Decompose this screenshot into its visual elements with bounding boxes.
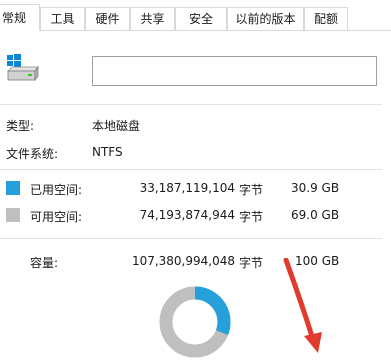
type-label: 类型: — [6, 119, 35, 133]
used-space-swatch — [6, 181, 20, 195]
tab-hardware[interactable]: 硬件 — [85, 7, 130, 30]
separator — [0, 169, 382, 170]
tab-sharing[interactable]: 共享 — [130, 7, 175, 30]
free-space-label: 可用空间: — [30, 210, 83, 224]
type-value: 本地磁盘 — [92, 119, 141, 133]
tab-general[interactable]: 常规 — [0, 4, 40, 31]
used-space-unit: 字节 — [239, 183, 264, 197]
capacity-unit: 字节 — [239, 256, 264, 270]
tab-quota[interactable]: 配额 — [304, 7, 348, 30]
used-space-bytes: 33,187,119,104 — [139, 181, 235, 195]
free-space-unit: 字节 — [239, 210, 264, 224]
capacity-bytes: 107,380,994,048 — [131, 254, 235, 268]
capacity-label: 容量: — [30, 256, 59, 270]
separator — [0, 238, 382, 239]
separator — [0, 104, 382, 105]
tab-tools[interactable]: 工具 — [40, 7, 85, 30]
filesystem-label: 文件系统: — [6, 147, 59, 161]
tab-security[interactable]: 安全 — [175, 7, 227, 30]
drive-icon — [7, 54, 39, 82]
tab-bar: 常规 工具 硬件 共享 安全 以前的版本 配额 — [0, 0, 391, 31]
filesystem-value: NTFS — [92, 145, 123, 159]
free-space-size: 69.0 GB — [291, 208, 340, 222]
free-space-swatch — [6, 208, 20, 222]
red-arrow-annotation — [283, 258, 322, 353]
free-space-bytes: 74,193,874,944 — [139, 208, 235, 222]
drive-name-field[interactable] — [92, 56, 377, 86]
tab-previous-versions[interactable]: 以前的版本 — [227, 7, 304, 30]
used-space-size: 30.9 GB — [291, 181, 340, 195]
used-space-label: 已用空间: — [30, 183, 83, 197]
usage-donut-chart — [159, 286, 231, 358]
